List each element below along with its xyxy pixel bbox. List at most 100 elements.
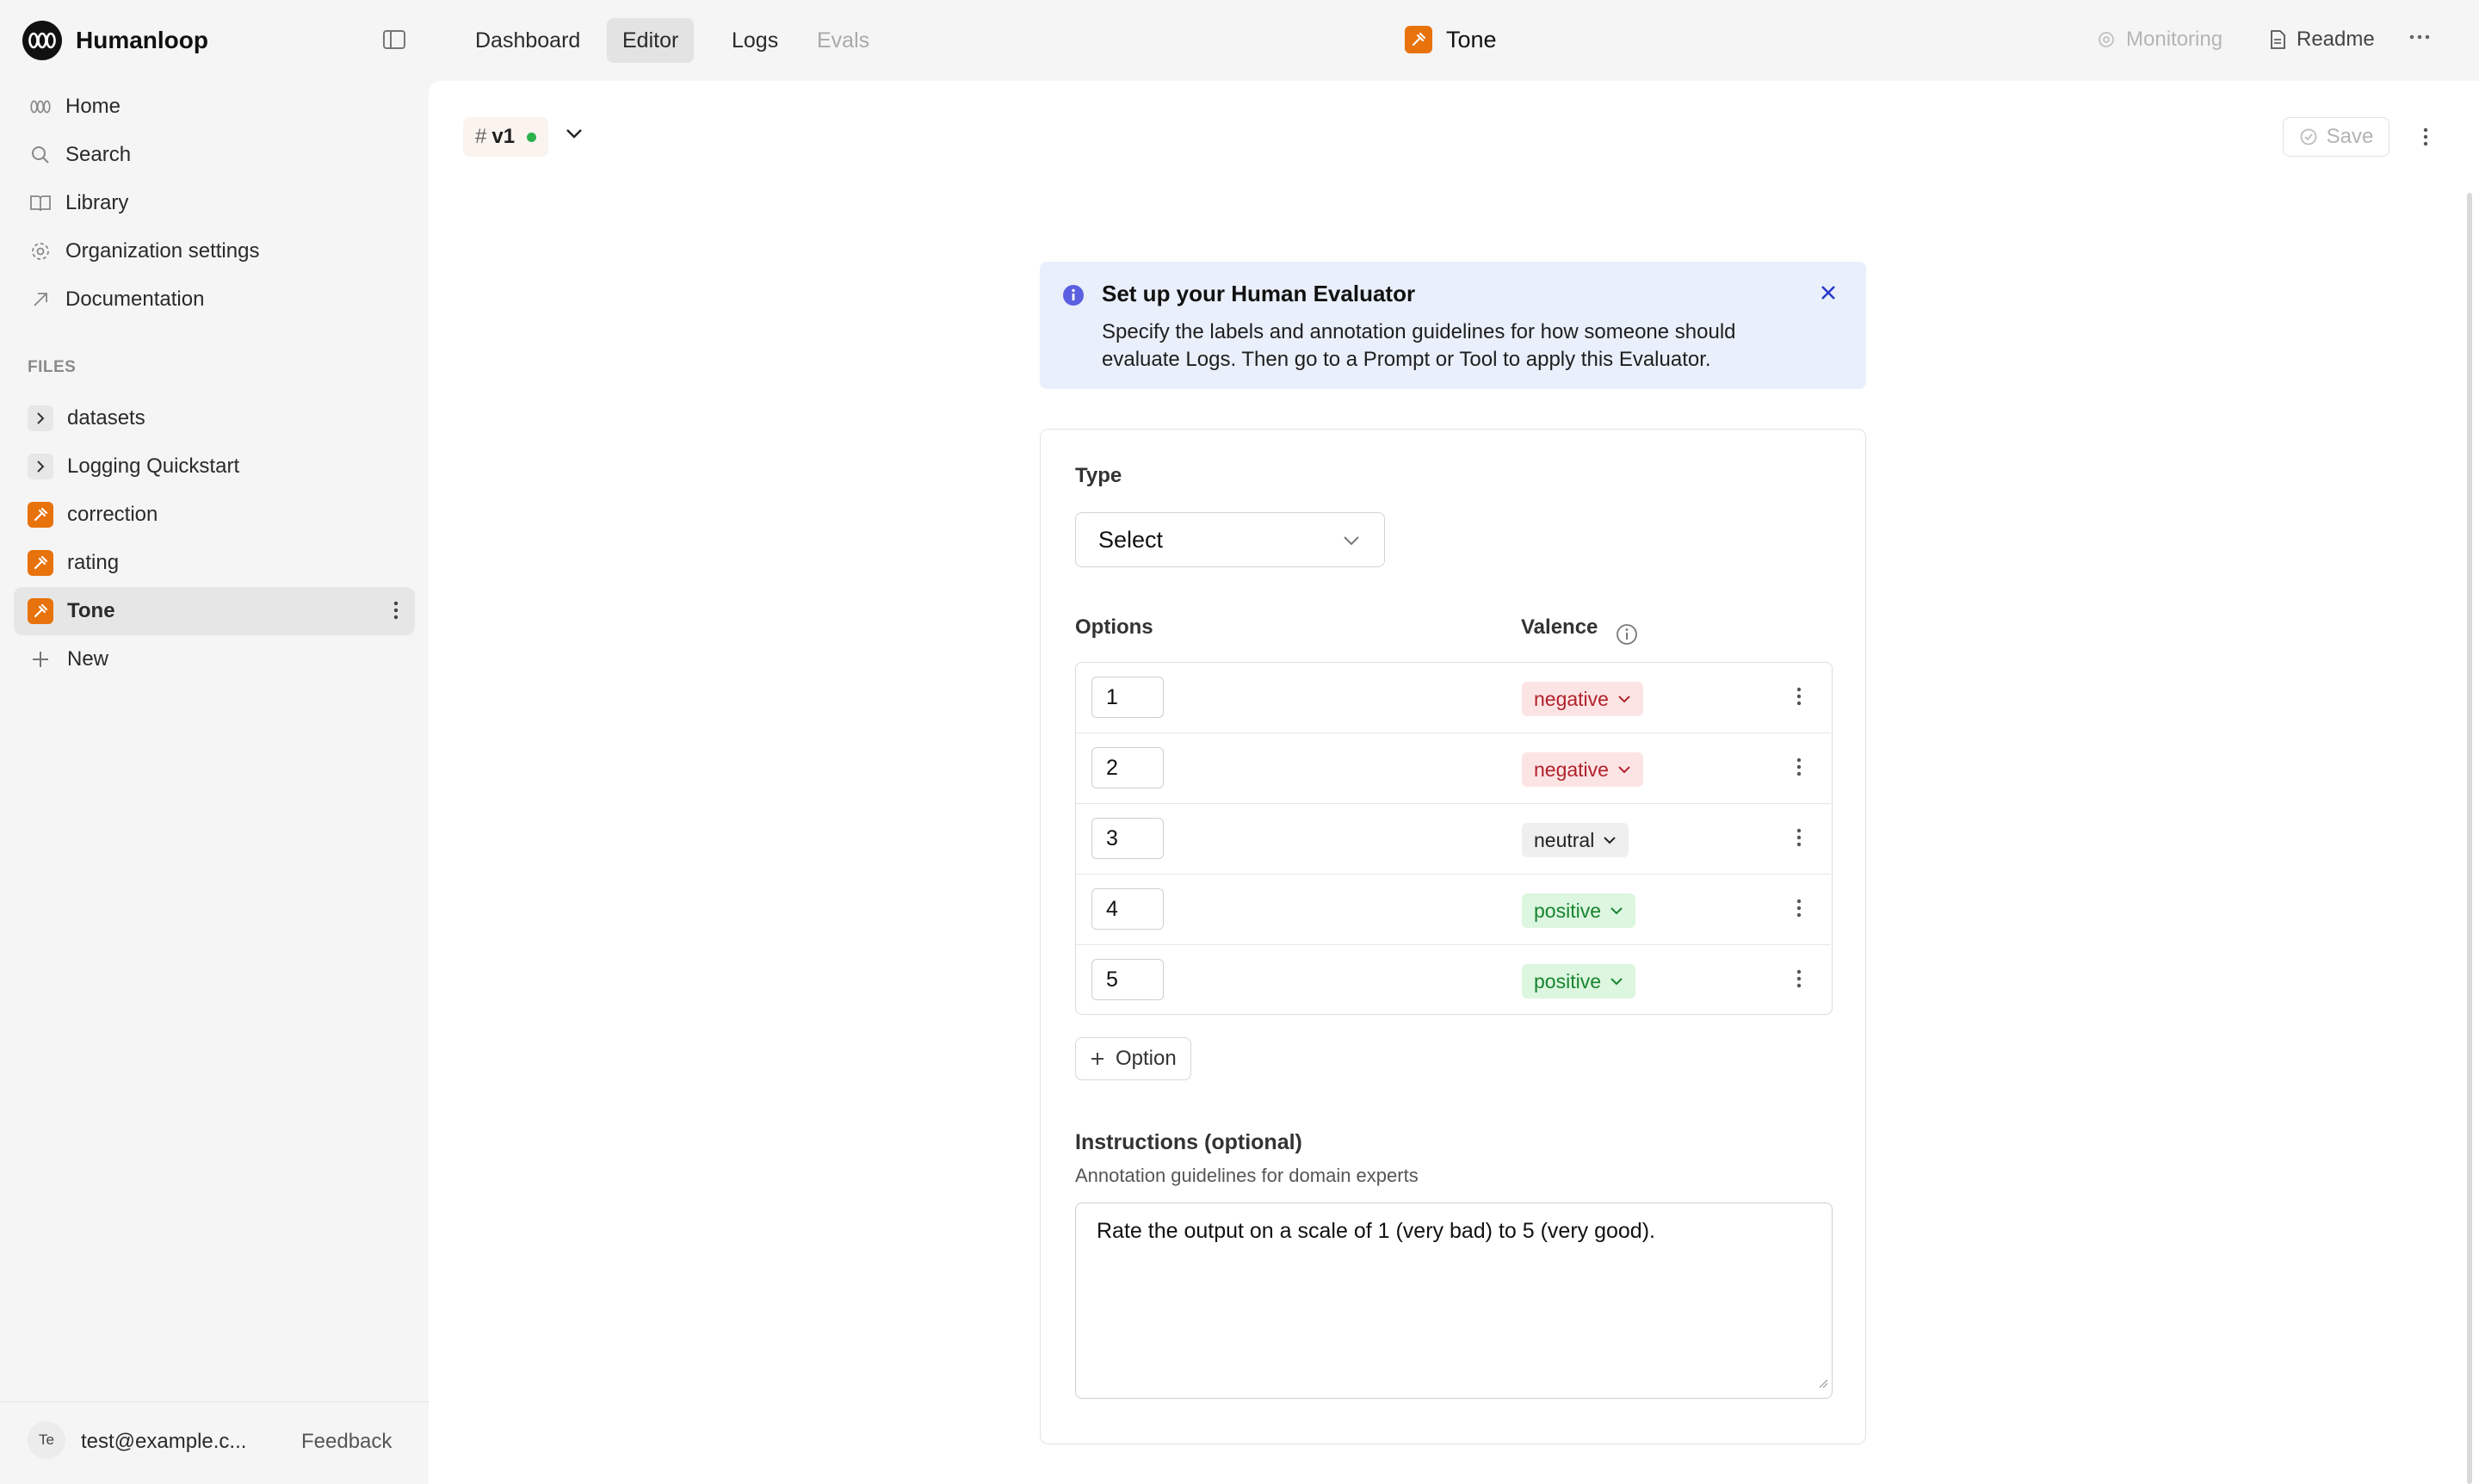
gear-icon <box>29 240 52 263</box>
valence-value: positive <box>1534 899 1601 922</box>
valence-value: positive <box>1534 969 1601 992</box>
option-value-input[interactable]: 1 <box>1091 677 1164 718</box>
tab-logs[interactable]: Logs <box>716 18 794 63</box>
tab-editor[interactable]: Editor <box>607 18 695 63</box>
option-value-input[interactable]: 2 <box>1091 747 1164 788</box>
evaluator-icon <box>28 598 53 624</box>
book-icon <box>29 192 52 214</box>
page-title-text: Tone <box>1446 26 1497 53</box>
chevron-down-icon <box>1618 766 1630 774</box>
more-vertical-icon[interactable] <box>2422 126 2429 152</box>
more-vertical-icon[interactable] <box>1796 968 1802 994</box>
more-vertical-icon[interactable] <box>1796 897 1802 924</box>
sidebar: Humanloop Home Search Library Organizati… <box>0 0 429 1484</box>
monitoring-button[interactable]: Monitoring <box>2097 28 2222 52</box>
monitoring-icon <box>2099 32 2114 47</box>
sidebar-item-label: Documentation <box>65 288 205 311</box>
file-item-tone[interactable]: Tone <box>14 587 415 635</box>
sidebar-item-home[interactable]: Home <box>14 83 415 131</box>
sidebar-item-documentation[interactable]: Documentation <box>14 275 415 324</box>
avatar[interactable]: Te <box>28 1421 65 1459</box>
options-table: 1 negative 2 negative 3 neutral 4 positi… <box>1075 662 1833 1015</box>
version-status-dot <box>527 132 537 142</box>
readme-button[interactable]: Readme <box>2269 28 2375 52</box>
tab-dashboard[interactable]: Dashboard <box>460 18 596 63</box>
file-item-datasets[interactable]: datasets <box>14 394 415 442</box>
type-label: Type <box>1075 464 1122 487</box>
file-item-correction[interactable]: correction <box>14 491 415 539</box>
type-select-value: Select <box>1098 526 1164 553</box>
instructions-textarea[interactable]: Rate the output on a scale of 1 (very ba… <box>1075 1203 1833 1399</box>
info-banner: Set up your Human Evaluator Specify the … <box>1040 262 1866 389</box>
sidebar-item-label: Library <box>65 191 129 214</box>
file-item-logging-quickstart[interactable]: Logging Quickstart <box>14 442 415 491</box>
version-label: v1 <box>491 125 516 148</box>
file-item-label: correction <box>67 503 158 526</box>
info-outline-icon[interactable] <box>1615 622 1639 651</box>
feedback-button[interactable]: Feedback <box>301 1430 392 1454</box>
sidebar-item-label: Home <box>65 95 121 118</box>
new-file-button[interactable]: New <box>14 635 415 683</box>
instructions-label: Instructions (optional) <box>1075 1130 1302 1154</box>
option-value-input[interactable]: 5 <box>1091 959 1164 1000</box>
valence-dropdown[interactable]: positive <box>1522 964 1635 999</box>
more-vertical-icon[interactable] <box>1796 685 1802 712</box>
collapse-sidebar-icon[interactable] <box>382 28 408 53</box>
file-item-label: Logging Quickstart <box>67 454 240 478</box>
option-row: 2 negative <box>1076 733 1831 804</box>
evaluator-icon <box>28 550 53 576</box>
more-vertical-icon[interactable] <box>1796 826 1802 853</box>
more-vertical-icon[interactable] <box>393 599 399 628</box>
type-select[interactable]: Select <box>1075 512 1385 567</box>
chevron-right-icon[interactable] <box>28 454 53 479</box>
valence-value: negative <box>1534 757 1609 781</box>
editor-panel: # v1 Save Set up your Human Evaluator Sp… <box>429 81 2479 1484</box>
valence-dropdown[interactable]: neutral <box>1522 823 1629 857</box>
file-item-rating[interactable]: rating <box>14 539 415 587</box>
option-row: 5 positive <box>1076 945 1831 1016</box>
new-file-label: New <box>67 647 109 671</box>
option-value-input[interactable]: 3 <box>1091 818 1164 859</box>
option-value-input[interactable]: 4 <box>1091 888 1164 930</box>
monitoring-label: Monitoring <box>2126 28 2223 51</box>
page-title: Tone <box>1405 26 1497 53</box>
more-horizontal-icon[interactable] <box>2408 29 2431 45</box>
chevron-right-icon[interactable] <box>28 405 53 431</box>
chevron-down-icon <box>1341 530 1362 557</box>
save-button[interactable]: Save <box>2283 117 2389 157</box>
sidebar-item-library[interactable]: Library <box>14 179 415 227</box>
instructions-text: Rate the output on a scale of 1 (very ba… <box>1097 1219 1655 1243</box>
valence-dropdown[interactable]: negative <box>1522 682 1643 716</box>
scrollbar[interactable] <box>2467 193 2472 1484</box>
file-item-label: rating <box>67 551 120 574</box>
valence-dropdown[interactable]: negative <box>1522 752 1643 787</box>
resize-handle-icon[interactable] <box>1818 1370 1828 1394</box>
option-row: 4 positive <box>1076 875 1831 945</box>
sidebar-item-label: Search <box>65 143 132 166</box>
valence-value: negative <box>1534 687 1609 710</box>
search-icon <box>29 144 52 166</box>
option-row: 3 neutral <box>1076 804 1831 875</box>
humanloop-logo-icon <box>22 21 62 60</box>
info-icon <box>1062 284 1085 311</box>
tab-evals[interactable]: Evals <box>801 18 885 63</box>
chevron-down-icon <box>1604 837 1617 844</box>
chevron-down-icon <box>1618 696 1630 703</box>
version-selector[interactable]: # v1 <box>463 117 549 157</box>
evaluator-icon <box>28 502 53 528</box>
valence-dropdown[interactable]: positive <box>1522 893 1635 928</box>
user-email[interactable]: test@example.c... <box>81 1430 246 1454</box>
chevron-down-icon[interactable] <box>565 127 584 144</box>
evaluator-icon <box>1405 26 1432 53</box>
brand[interactable]: Humanloop <box>22 21 208 60</box>
valence-value: neutral <box>1534 828 1595 851</box>
banner-title: Set up your Human Evaluator <box>1102 281 1416 306</box>
close-icon[interactable] <box>1818 282 1839 307</box>
sidebar-item-organization-settings[interactable]: Organization settings <box>14 227 415 275</box>
file-item-label: Tone <box>67 599 115 622</box>
sidebar-item-search[interactable]: Search <box>14 131 415 179</box>
more-vertical-icon[interactable] <box>1796 756 1802 782</box>
chevron-down-icon <box>1610 907 1623 915</box>
sidebar-footer: Te test@example.c... Feedback <box>0 1401 429 1484</box>
add-option-button[interactable]: Option <box>1075 1037 1191 1080</box>
